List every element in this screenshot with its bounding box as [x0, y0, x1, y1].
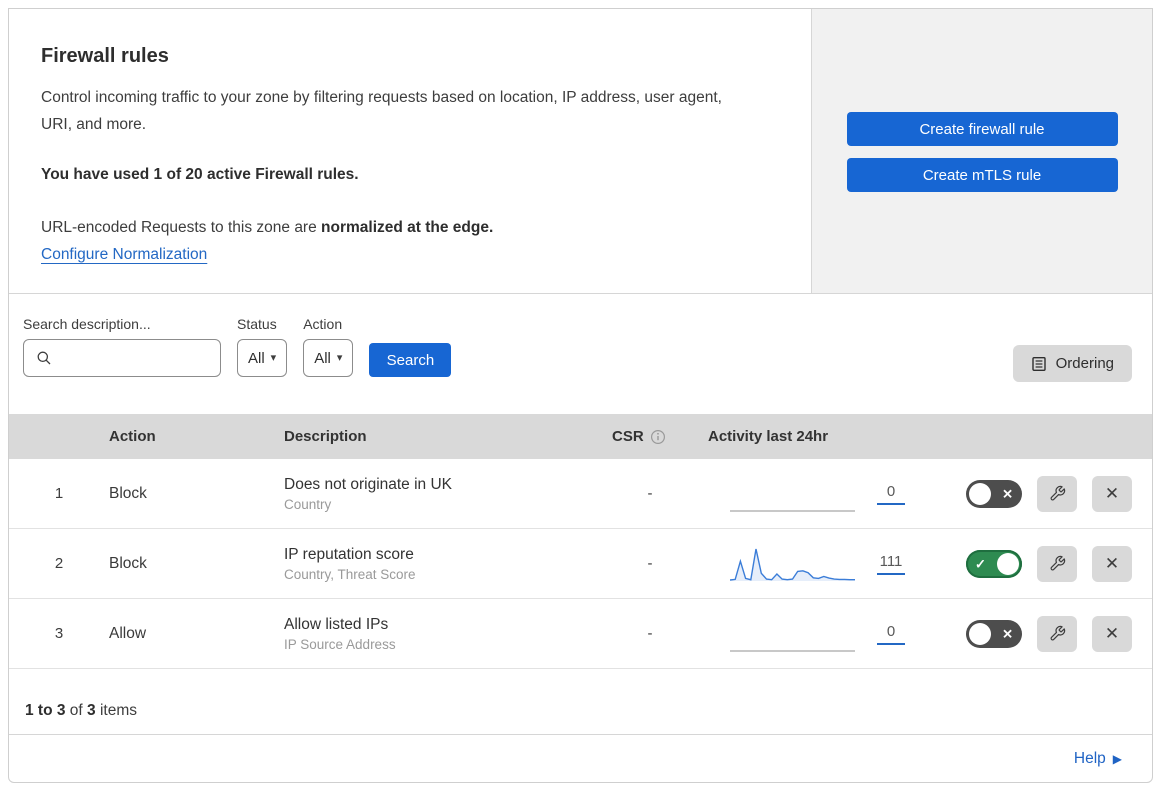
rule-toggle[interactable]: ✓ ✕ — [966, 619, 1022, 648]
header-section: Firewall rules Control incoming traffic … — [9, 9, 1152, 294]
help-link-label: Help — [1073, 749, 1106, 767]
rule-description: Allow listed IPs — [284, 615, 389, 633]
rule-priority: 2 — [54, 555, 64, 572]
summary-range: 1 to 3 — [25, 702, 66, 719]
delete-rule-button[interactable]: ✕ — [1092, 545, 1132, 582]
action-selected-value: All — [314, 349, 331, 367]
close-icon: ✕ — [1104, 623, 1120, 643]
action-column-header: Action — [109, 428, 156, 445]
delete-rule-button[interactable]: ✕ — [1092, 615, 1132, 652]
header-actions-panel: Create firewall rule Create mTLS rule — [812, 9, 1152, 293]
page-description: Control incoming traffic to your zone by… — [41, 89, 722, 133]
rule-criteria: IP Source Address — [284, 636, 396, 652]
table-row: 3 Allow Allow listed IPs IP Source Addre… — [9, 599, 1152, 669]
rule-toggle[interactable]: ✓ ✕ — [966, 479, 1022, 508]
action-select[interactable]: All ▾ — [303, 339, 354, 377]
status-filter-group: Status All ▾ — [237, 316, 288, 377]
activity-count-link[interactable]: 111 — [877, 553, 905, 575]
toggle-knob — [997, 552, 1019, 575]
normalization-note: URL-encoded Requests to this zone are no… — [41, 219, 771, 237]
rule-action: Block — [109, 484, 147, 502]
page-title: Firewall rules — [41, 45, 169, 67]
activity-count-link[interactable]: 0 — [877, 483, 905, 505]
normalization-text: URL-encoded Requests to this zone are — [41, 219, 322, 237]
table-row: 1 Block Does not originate in UK Country… — [9, 459, 1152, 529]
edit-rule-button[interactable] — [1037, 545, 1077, 582]
header-intro: Firewall rules Control incoming traffic … — [9, 9, 812, 293]
search-label: Search description... — [23, 316, 151, 332]
table-row: 2 Block IP reputation score Country, Thr… — [9, 529, 1152, 599]
usage-note: You have used 1 of 20 active Firewall ru… — [41, 166, 359, 184]
description-column-header: Description — [284, 428, 367, 445]
rule-criteria: Country — [284, 496, 332, 512]
rule-description: Does not originate in UK — [284, 475, 453, 493]
filter-bar: Search description... Status All ▾ Actio… — [9, 294, 1152, 414]
close-icon: ✕ — [1104, 553, 1120, 573]
ordering-button-label: Ordering — [1055, 355, 1114, 372]
edit-rule-button[interactable] — [1037, 615, 1077, 652]
create-mtls-rule-button[interactable]: Create mTLS rule — [846, 158, 1118, 192]
activity-sparkline — [730, 614, 855, 654]
rule-csr-value: - — [647, 485, 653, 502]
configure-normalization-link[interactable]: Configure Normalization — [41, 246, 207, 263]
rule-priority: 3 — [54, 625, 64, 642]
x-icon: ✕ — [1002, 626, 1013, 641]
summary-total: 3 — [87, 702, 96, 719]
action-filter-group: Action All ▾ — [303, 316, 354, 377]
x-icon: ✕ — [1002, 486, 1013, 501]
edit-rule-button[interactable] — [1037, 475, 1077, 512]
toggle-knob — [969, 622, 991, 645]
search-icon — [37, 351, 51, 365]
help-link[interactable]: Help ▶ — [1074, 750, 1122, 768]
ordering-list-icon — [1031, 356, 1046, 371]
ordering-button[interactable]: Ordering — [1012, 345, 1132, 382]
activity-column-header: Activity last 24hr — [708, 428, 829, 445]
rule-action: Allow — [109, 624, 147, 642]
wrench-icon — [1050, 485, 1065, 501]
chevron-down-icon: ▾ — [270, 351, 277, 364]
wrench-icon — [1050, 555, 1065, 571]
chevron-down-icon: ▾ — [336, 351, 343, 364]
firewall-rules-page: Firewall rules Control incoming traffic … — [8, 8, 1153, 783]
csr-column-header: CSR — [604, 428, 696, 445]
rule-action: Block — [109, 554, 147, 572]
table-header-row: Action Description CSR Activity last 24h… — [9, 414, 1152, 459]
help-bar: Help ▶ — [9, 735, 1152, 782]
rule-description: IP reputation score — [284, 545, 414, 563]
wrench-icon — [1050, 625, 1065, 641]
status-label: Status — [237, 316, 277, 332]
toggle-knob — [969, 482, 991, 505]
rule-priority: 1 — [54, 485, 64, 502]
search-input-wrapper — [23, 339, 221, 377]
search-input[interactable] — [60, 349, 220, 367]
action-label: Action — [303, 316, 343, 332]
activity-sparkline — [730, 474, 855, 514]
delete-rule-button[interactable]: ✕ — [1092, 475, 1132, 512]
arrow-right-icon: ▶ — [1112, 751, 1122, 766]
activity-count-link[interactable]: 0 — [877, 623, 905, 645]
status-selected-value: All — [248, 349, 265, 367]
normalization-bold-text: normalized at the edge. — [321, 219, 494, 237]
close-icon: ✕ — [1104, 483, 1120, 503]
summary-of: of — [65, 702, 88, 719]
create-firewall-rule-button[interactable]: Create firewall rule — [846, 112, 1118, 146]
activity-sparkline — [730, 544, 855, 584]
info-icon[interactable] — [650, 429, 666, 445]
rule-csr-value: - — [647, 555, 653, 572]
status-select[interactable]: All ▾ — [237, 339, 288, 377]
rule-criteria: Country, Threat Score — [284, 566, 416, 582]
rules-table: Action Description CSR Activity last 24h… — [9, 414, 1152, 669]
table-summary: 1 to 3 of 3 items — [9, 669, 1152, 735]
search-filter-group: Search description... — [23, 316, 221, 377]
rule-toggle[interactable]: ✓ ✕ — [966, 549, 1022, 578]
rule-csr-value: - — [647, 625, 653, 642]
search-button[interactable]: Search — [369, 343, 452, 377]
check-icon: ✓ — [975, 556, 986, 571]
summary-items: items — [95, 702, 137, 719]
